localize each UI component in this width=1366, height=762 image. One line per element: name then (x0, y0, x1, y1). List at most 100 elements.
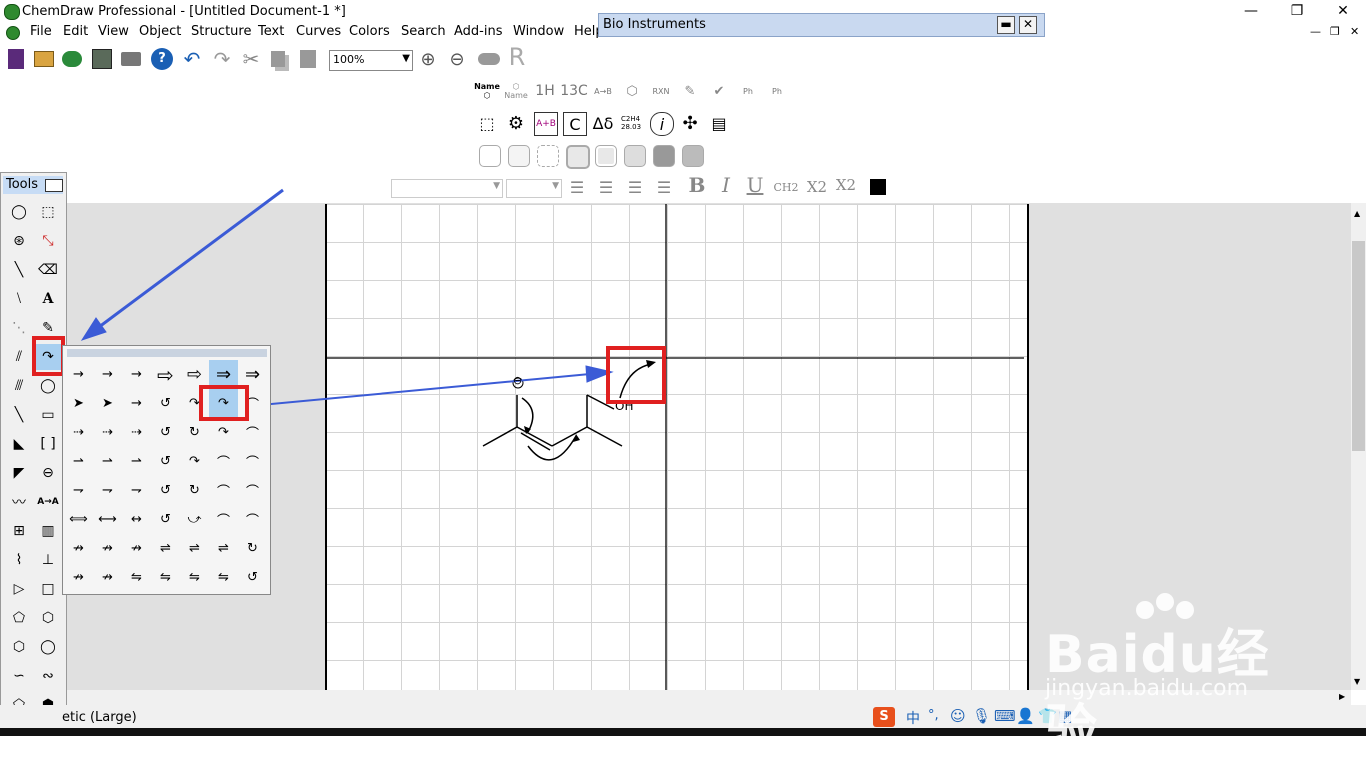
square-ring-icon[interactable]: □ (35, 576, 61, 602)
octagon-ring-icon[interactable]: ◯ (35, 634, 61, 660)
palette-highlight-box (199, 385, 249, 421)
curved-arrow-icon[interactable]: ⌒ (238, 505, 267, 534)
double-headed-arrow-icon[interactable]: ↔ (122, 505, 151, 534)
charge-label: ⊖ (513, 374, 523, 387)
wedge-bond-2-icon[interactable]: ◤ (6, 460, 32, 486)
eraser-icon[interactable]: ⌫ (35, 257, 61, 283)
tools-header: Tools (3, 176, 63, 194)
curved-arrow-icon[interactable]: ⌒ (209, 447, 238, 476)
wavy-bond-icon[interactable]: 〰 (6, 489, 32, 515)
table-icon[interactable]: ⊞ (6, 518, 32, 544)
bold-bond-icon[interactable]: ╲ (6, 402, 32, 428)
curved-arrow-icon[interactable]: ↻ (180, 418, 209, 447)
curved-arrow-icon[interactable]: ↷ (180, 447, 209, 476)
curved-equilibrium-icon[interactable]: ↺ (238, 563, 267, 592)
half-arrow-icon[interactable]: ⇁ (64, 476, 93, 505)
lasso-icon[interactable]: ◯ (6, 199, 32, 225)
ime-logo-icon[interactable]: S (873, 707, 895, 727)
double-bond-icon[interactable]: ⧵ (6, 286, 32, 312)
keyboard-icon[interactable]: ⌨ (994, 707, 1016, 725)
wedge-bond-icon[interactable]: ◣ (6, 431, 32, 457)
chair-1-icon[interactable]: ∽ (6, 663, 32, 689)
curved-arrow-icon[interactable]: ⌒ (209, 505, 238, 534)
curved-arrow-icon[interactable]: ↺ (151, 505, 180, 534)
triangle-ring-icon[interactable]: ▷ (6, 576, 32, 602)
tlc-icon[interactable]: ▥ (35, 518, 61, 544)
curved-arrow-icon[interactable]: ⤻ (180, 505, 209, 534)
curved-arrow-icon[interactable]: ↺ (151, 447, 180, 476)
half-arrow-icon[interactable]: ⇀ (64, 447, 93, 476)
no-go-arrow-icon[interactable]: ↛ (93, 534, 122, 563)
equilibrium-arrow-icon[interactable]: ⇌ (151, 534, 180, 563)
curved-arrow-icon[interactable]: ⌒ (238, 476, 267, 505)
microphone-icon[interactable]: 🎙 (972, 707, 991, 725)
no-go-arrow-icon[interactable]: ↛ (122, 534, 151, 563)
bond-icon[interactable]: ╲ (6, 257, 32, 283)
arrow-dashed-icon[interactable]: ⇢ (64, 418, 93, 447)
equilibrium-arrow-icon[interactable]: ⇋ (151, 563, 180, 592)
ime-chinese-toggle[interactable]: 中 (906, 708, 920, 728)
curved-equilibrium-icon[interactable]: ↻ (238, 534, 267, 563)
curved-arrow-icon[interactable]: ↺ (151, 476, 180, 505)
orbital-icon[interactable]: ◯ (35, 373, 61, 399)
user-icon[interactable]: 👤 (1016, 707, 1035, 725)
pentagon-ring-icon[interactable]: ⬠ (6, 605, 32, 631)
arrow-solid-icon[interactable]: → (122, 389, 151, 418)
tools-menu-button[interactable] (45, 179, 63, 192)
chair-2-icon[interactable]: ∾ (35, 663, 61, 689)
status-text: etic (Large) (62, 710, 137, 725)
arrow-solid-icon[interactable]: → (93, 360, 122, 389)
tools-palette: Tools ◯ ⬚ ⊛ ⤡ ╲ ⌫ ⧵ A ⋱ ✎ ⫽ ↷ ⫻ ◯ ╲ ▭ ◣ … (0, 172, 67, 720)
equilibrium-arrow-icon[interactable]: ⇌ (209, 534, 238, 563)
no-go-arrow-icon[interactable]: ↛ (93, 563, 122, 592)
arrow-hollow-icon[interactable]: ⇨ (151, 360, 180, 389)
no-go-arrow-icon[interactable]: ↛ (64, 563, 93, 592)
heptagon-ring-icon[interactable]: ⬡ (6, 634, 32, 660)
curved-arrow-icon[interactable]: ⌒ (238, 418, 267, 447)
curved-arrow-icon[interactable]: ↺ (151, 389, 180, 418)
bracket-icon[interactable]: [ ] (35, 431, 61, 457)
punctuation-icon[interactable]: °, (928, 708, 939, 723)
curved-arrow-icon[interactable]: ↻ (180, 476, 209, 505)
arrow-bold-icon[interactable]: ➤ (93, 389, 122, 418)
canvas-highlight-box (606, 346, 666, 404)
marquee-icon[interactable]: ⬚ (35, 199, 61, 225)
hashed-bond-icon[interactable]: ⫽ (6, 344, 32, 370)
half-arrow-icon[interactable]: ⇀ (93, 447, 122, 476)
spectrum-icon[interactable]: ⌇ (6, 547, 32, 573)
equilibrium-arrow-icon[interactable]: ⇋ (180, 563, 209, 592)
dashed-bond-icon[interactable]: ⋱ (6, 315, 32, 341)
arrow-solid-icon[interactable]: → (122, 360, 151, 389)
curved-arrow-icon[interactable]: ⌒ (238, 447, 267, 476)
hashed-wedge-icon[interactable]: ⫻ (6, 373, 32, 399)
structure-perspective-icon[interactable]: ⤡ (35, 228, 61, 254)
stamp-icon[interactable]: ⊥ (35, 547, 61, 573)
arrow-dashed-icon[interactable]: ⇢ (122, 418, 151, 447)
half-arrow-icon[interactable]: ⇁ (93, 476, 122, 505)
emoji-icon[interactable]: ☺ (950, 707, 966, 725)
arrow-bold-icon[interactable]: ➤ (64, 389, 93, 418)
curved-arrow-icon[interactable]: ⌒ (209, 476, 238, 505)
equilibrium-arrow-icon[interactable]: ⇋ (122, 563, 151, 592)
half-arrow-icon[interactable]: ⇁ (122, 476, 151, 505)
equilibrium-arrow-icon[interactable]: ⇋ (209, 563, 238, 592)
no-go-arrow-icon[interactable]: ↛ (64, 534, 93, 563)
curved-arrow-icon[interactable]: ↷ (209, 418, 238, 447)
double-headed-arrow-icon[interactable]: ⟺ (64, 505, 93, 534)
watermark-url: jingyan.baidu.com (1045, 676, 1249, 701)
double-headed-arrow-icon[interactable]: ⟷ (93, 505, 122, 534)
hexagon-ring-icon[interactable]: ⬡ (35, 605, 61, 631)
arrow-dashed-icon[interactable]: ⇢ (93, 418, 122, 447)
reaction-atom-map-icon[interactable]: A→A (35, 489, 61, 515)
watermark: Baidu经验 jingyan.baidu.com (1045, 590, 1315, 760)
drawing-element-icon[interactable]: ▭ (35, 402, 61, 428)
rotate-icon[interactable]: ⊛ (6, 228, 32, 254)
equilibrium-arrow-icon[interactable]: ⇌ (180, 534, 209, 563)
tools-title: Tools (6, 177, 39, 192)
curved-arrow-icon[interactable]: ↺ (151, 418, 180, 447)
half-arrow-icon[interactable]: ⇀ (122, 447, 151, 476)
charge-icon[interactable]: ⊖ (35, 460, 61, 486)
text-tool-icon[interactable]: A (35, 286, 61, 312)
palette-titlebar[interactable] (67, 349, 267, 357)
arrow-solid-icon[interactable]: → (64, 360, 93, 389)
